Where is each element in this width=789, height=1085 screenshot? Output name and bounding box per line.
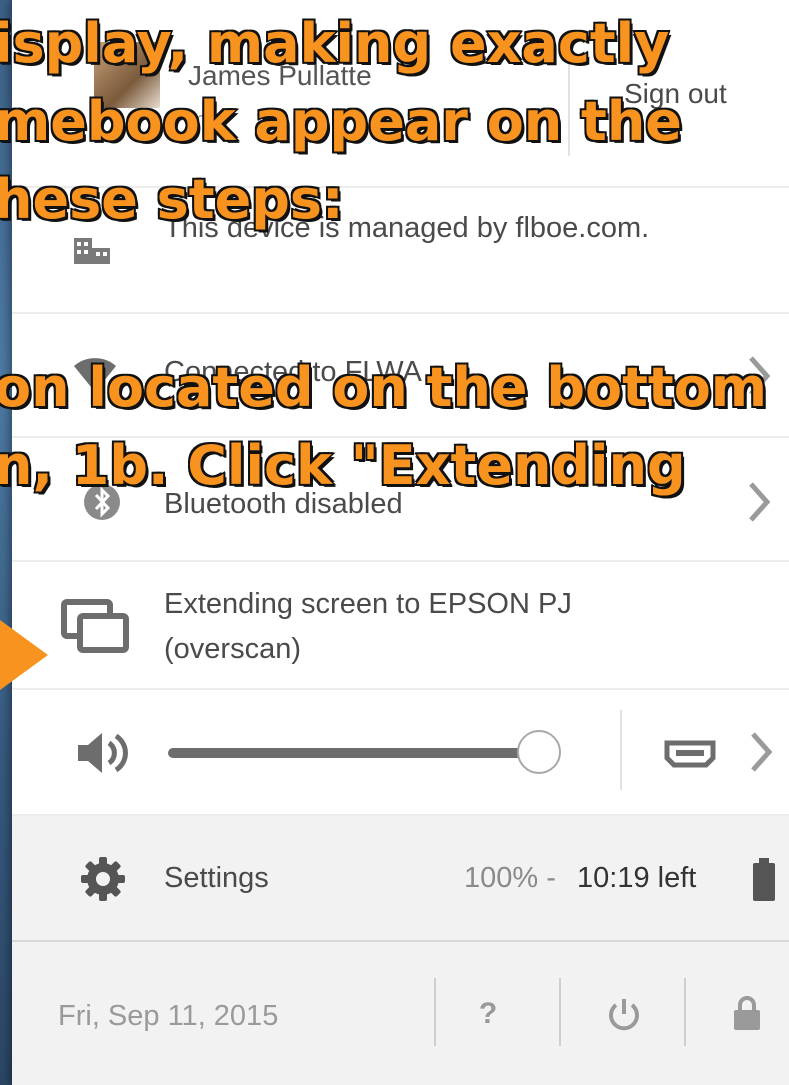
display-text-line1: Extending screen to EPSON PJ (164, 588, 572, 620)
lock-icon[interactable] (732, 994, 762, 1032)
power-icon[interactable] (606, 996, 642, 1032)
gear-icon (81, 857, 125, 901)
divider (684, 978, 686, 1046)
chevron-right-icon[interactable] (746, 480, 772, 524)
volume-row (12, 690, 789, 816)
annotation-line-1: isplay, making exactly (0, 12, 671, 75)
battery-time-left: 10:19 left (577, 862, 697, 894)
display-text: Extending screen to EPSON PJ (overscan) (164, 582, 724, 672)
volume-slider-track[interactable] (168, 748, 558, 758)
divider (434, 978, 436, 1046)
footer-row: Fri, Sep 11, 2015 ? (12, 942, 789, 1085)
system-tray-menu: James Pullatte m Sign out This device is… (12, 0, 789, 1085)
display-row[interactable]: Extending screen to EPSON PJ (overscan) (12, 562, 789, 690)
settings-row[interactable]: Settings 100% - 10:19 left (12, 816, 789, 942)
building-icon (74, 238, 110, 264)
divider (620, 710, 622, 790)
speaker-icon[interactable] (74, 728, 134, 778)
annotation-arrow-icon (0, 620, 48, 690)
battery-percent: 100% - (464, 862, 556, 894)
help-button[interactable]: ? (473, 992, 503, 1036)
cast-screens-icon (61, 599, 129, 653)
date-label: Fri, Sep 11, 2015 (58, 1000, 279, 1032)
chevron-right-icon[interactable] (748, 730, 774, 774)
volume-slider-thumb[interactable] (516, 730, 561, 774)
annotation-line-2: mebook appear on the (0, 90, 683, 153)
settings-label: Settings (164, 862, 269, 894)
hdmi-icon[interactable] (664, 740, 716, 768)
battery-icon (753, 858, 775, 901)
annotation-line-5: n, 1b. Click "Extending (0, 434, 687, 497)
annotation-line-3: hese steps: (0, 168, 345, 231)
divider (559, 978, 561, 1046)
display-text-line2: (overscan) (164, 633, 301, 665)
annotation-line-4: on located on the bottom (0, 356, 769, 419)
